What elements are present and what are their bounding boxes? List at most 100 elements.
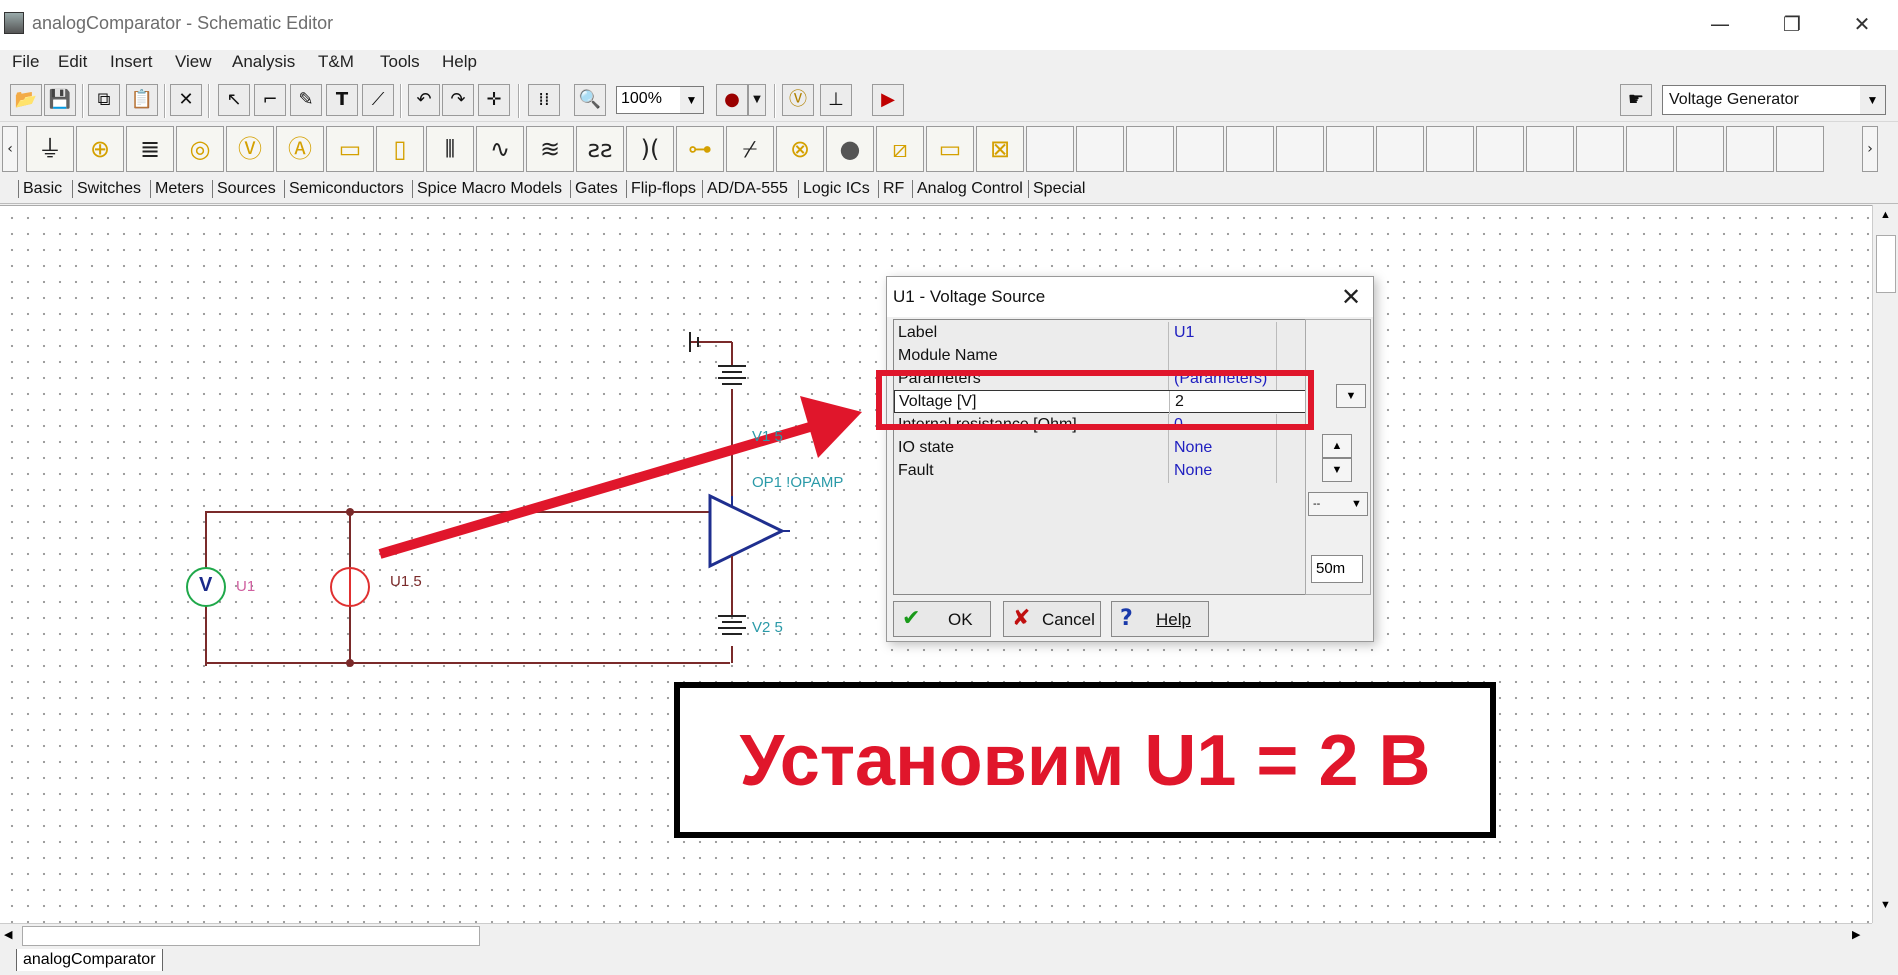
close-button[interactable]: ✕ [1842, 10, 1882, 38]
open-icon[interactable]: 📂 [10, 84, 42, 116]
voltmeter-probe-icon[interactable]: Ⓥ [782, 84, 814, 116]
transformer2-icon[interactable]: )( [626, 126, 674, 172]
horizontal-scroll-thumb[interactable] [22, 926, 480, 946]
palette-empty-slot[interactable] [1276, 126, 1324, 172]
tab-basic[interactable]: Basic [18, 180, 62, 198]
fuse-icon[interactable]: ⊶ [676, 126, 724, 172]
buzzer-icon[interactable]: ● [826, 126, 874, 172]
palette-empty-slot[interactable] [1126, 126, 1174, 172]
document-tab[interactable]: analogComparator [16, 949, 163, 971]
generator-select[interactable]: Voltage Generator [1662, 85, 1886, 115]
chevron-down-icon[interactable]: ▼ [1336, 384, 1366, 408]
horizontal-scrollbar[interactable]: ◀ ▶ [0, 923, 1872, 947]
tab-switches[interactable]: Switches [72, 180, 141, 198]
tab-sources[interactable]: Sources [212, 180, 276, 198]
resistor-icon[interactable]: ▭ [326, 126, 374, 172]
tab-meters[interactable]: Meters [150, 180, 204, 198]
palette-empty-slot[interactable] [1426, 126, 1474, 172]
palette-empty-slot[interactable] [1176, 126, 1224, 172]
menu-tm[interactable]: T&M [318, 52, 354, 72]
grid-icon[interactable]: ⁞⁞ [528, 84, 560, 116]
scroll-left-icon[interactable]: ◀ [4, 928, 12, 941]
delete-icon[interactable]: ✕ [170, 84, 202, 116]
voltmeter-icon[interactable]: Ⓥ [226, 126, 274, 172]
menu-view[interactable]: View [175, 52, 212, 72]
select-arrow-icon[interactable]: ↖ [218, 84, 250, 116]
property-row[interactable]: IO state None [894, 437, 1310, 460]
menu-insert[interactable]: Insert [110, 52, 153, 72]
minimize-button[interactable]: — [1700, 10, 1740, 38]
lamp-icon[interactable]: ⊗ [776, 126, 824, 172]
tab-special[interactable]: Special [1028, 180, 1085, 198]
tab-spice-macro-models[interactable]: Spice Macro Models [412, 180, 562, 198]
probe-icon[interactable]: ⊥ [820, 84, 852, 116]
close-icon[interactable]: ✕ [1335, 281, 1367, 313]
ammeter-icon[interactable]: Ⓐ [276, 126, 324, 172]
palette-empty-slot[interactable] [1726, 126, 1774, 172]
tab-logic-ics[interactable]: Logic ICs [798, 180, 870, 198]
chevron-down-icon[interactable]: ▼ [680, 87, 703, 113]
redo-icon[interactable]: ↷ [442, 84, 474, 116]
ok-button[interactable]: ✔ OK [893, 601, 991, 637]
generator-icon[interactable]: ◎ [176, 126, 224, 172]
restore-button[interactable]: ❐ [1772, 10, 1812, 38]
switch-icon[interactable]: ⌿ [726, 126, 774, 172]
ground-icon[interactable]: ⏚ [26, 126, 74, 172]
scroll-down-icon[interactable]: ▼ [1880, 899, 1891, 911]
small-select[interactable]: -- ▼ [1308, 492, 1368, 516]
scroll-up-icon[interactable]: ▲ [1880, 209, 1891, 221]
potentiometer-icon[interactable]: ⧄ [876, 126, 924, 172]
step-input[interactable]: 50m [1311, 555, 1363, 583]
help-button[interactable]: ? Help [1111, 601, 1209, 637]
inductor-core-icon[interactable]: ≋ [526, 126, 574, 172]
tab-flip-flops[interactable]: Flip-flops [626, 180, 696, 198]
cancel-button[interactable]: ✘ Cancel [1003, 601, 1101, 637]
capacitor-icon[interactable]: ⫴ [426, 126, 474, 172]
palette-empty-slot[interactable] [1526, 126, 1574, 172]
property-value[interactable]: None [1174, 462, 1212, 480]
property-row[interactable]: Fault None [894, 460, 1310, 483]
junction-icon[interactable]: ✛ [478, 84, 510, 116]
tab-analog-control[interactable]: Analog Control [912, 180, 1023, 198]
menu-tools[interactable]: Tools [380, 52, 420, 72]
property-row[interactable]: Module Name [894, 345, 1310, 368]
chevron-down-icon[interactable]: ▼ [1860, 86, 1885, 114]
impedance-icon[interactable]: ⊠ [976, 126, 1024, 172]
transformer-icon[interactable]: ƨƨ [576, 126, 624, 172]
text-icon[interactable]: T [326, 84, 358, 116]
wire-icon[interactable]: ⌐ [254, 84, 286, 116]
chevron-left-icon[interactable]: ‹ [2, 126, 18, 172]
undo-icon[interactable]: ↶ [408, 84, 440, 116]
tab-semiconductors[interactable]: Semiconductors [284, 180, 404, 198]
tab-rf[interactable]: RF [878, 180, 904, 198]
chevron-right-icon[interactable]: › [1862, 126, 1878, 172]
palette-empty-slot[interactable] [1576, 126, 1624, 172]
zoom-icon[interactable]: 🔍 [574, 84, 606, 116]
menu-file[interactable]: File [12, 52, 39, 72]
scroll-right-icon[interactable]: ▶ [1852, 928, 1860, 941]
menu-analysis[interactable]: Analysis [232, 52, 295, 72]
property-value[interactable]: U1 [1174, 324, 1194, 342]
heater-icon[interactable]: ▭ [926, 126, 974, 172]
menu-help[interactable]: Help [442, 52, 477, 72]
copy-icon[interactable]: ⧉ [88, 84, 120, 116]
palette-empty-slot[interactable] [1376, 126, 1424, 172]
save-icon[interactable]: 💾 [44, 84, 76, 116]
resistor-vertical-icon[interactable]: ▯ [376, 126, 424, 172]
property-row[interactable]: Label U1 [894, 322, 1310, 345]
spin-up-icon[interactable]: ▲ [1322, 434, 1352, 458]
ac-analysis-icon[interactable]: ● [716, 84, 748, 116]
menu-edit[interactable]: Edit [58, 52, 87, 72]
tab-ad-da-555[interactable]: AD/DA-555 [702, 180, 788, 198]
inductor-icon[interactable]: ∿ [476, 126, 524, 172]
pointer-hand-icon[interactable]: ☛ [1620, 84, 1652, 116]
palette-empty-slot[interactable] [1226, 126, 1274, 172]
battery-icon[interactable]: ≣ [126, 126, 174, 172]
vertical-scroll-thumb[interactable] [1876, 235, 1896, 293]
paste-icon[interactable]: 📋 [126, 84, 158, 116]
palette-empty-slot[interactable] [1026, 126, 1074, 172]
property-value[interactable]: None [1174, 439, 1212, 457]
tab-gates[interactable]: Gates [570, 180, 618, 198]
palette-empty-slot[interactable] [1676, 126, 1724, 172]
palette-empty-slot[interactable] [1626, 126, 1674, 172]
